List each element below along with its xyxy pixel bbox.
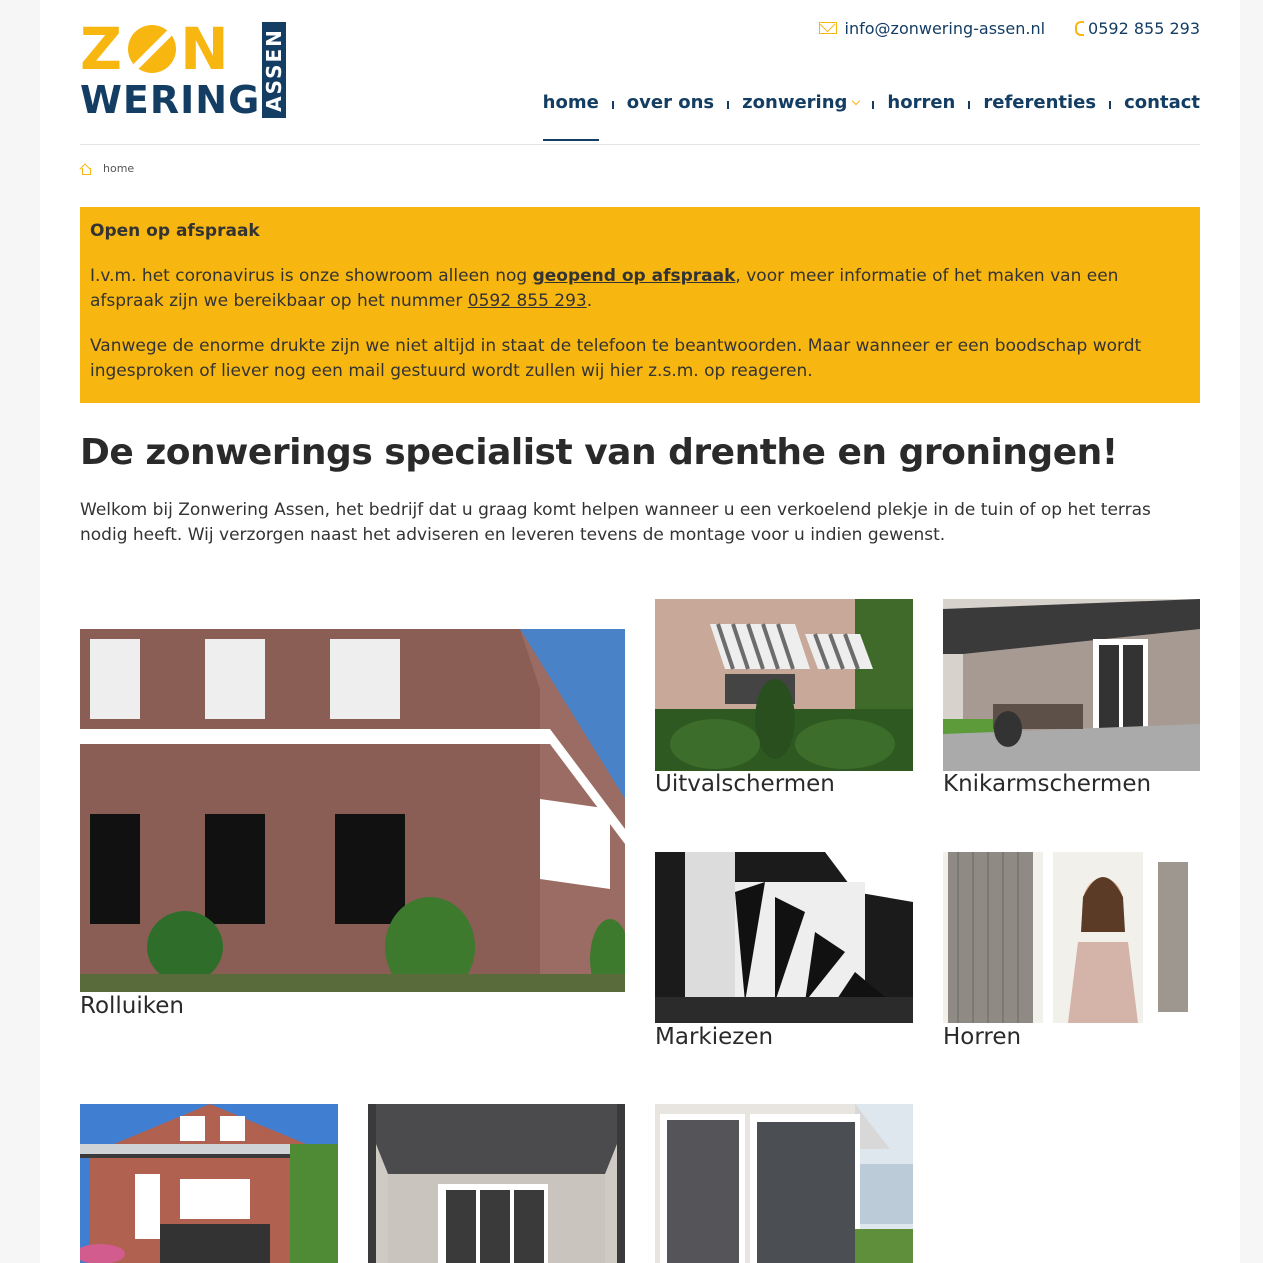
intro-text: Welkom bij Zonwering Assen, het bedrijf … [80, 500, 1151, 545]
nav-zonwering[interactable]: zonwering [742, 92, 861, 141]
email-link[interactable]: info@zonwering-assen.nl [818, 18, 1046, 38]
product-image-overkapping [80, 1104, 338, 1263]
nav-referenties[interactable]: referenties [983, 92, 1096, 141]
product-image-markiezen [655, 852, 913, 1023]
mail-icon [818, 22, 837, 34]
notice-box: Open op afspraak I.v.m. het coronavirus … [80, 207, 1200, 403]
nav-separator [872, 101, 875, 109]
nav-horren[interactable]: horren [887, 92, 955, 141]
notice-paragraph-1: I.v.m. het coronavirus is onze showroom … [90, 264, 1190, 314]
logo-zon: ZN [80, 15, 231, 83]
home-icon[interactable] [80, 163, 91, 175]
breadcrumb-home[interactable]: home [103, 162, 134, 175]
email-text: info@zonwering-assen.nl [844, 18, 1046, 38]
product-tile-rolluiken[interactable]: Rolluiken [80, 629, 625, 1029]
nav-zonwering-label: zonwering [742, 92, 848, 113]
product-image-screens [655, 1104, 913, 1263]
logo[interactable]: ZN WERING ASSEN [80, 18, 290, 120]
phone-icon [1075, 20, 1085, 36]
notice-phone-link[interactable]: 0592 855 293 [468, 291, 587, 311]
product-label-markiezen: Markiezen [655, 1024, 774, 1050]
logo-wering: WERING [80, 78, 261, 122]
product-image-uitvalschermen [655, 599, 913, 771]
nav-separator [611, 101, 614, 109]
chevron-down-icon [852, 96, 861, 106]
site-header: ZN WERING ASSEN info@zonwering-assen.nl … [80, 0, 1200, 145]
phone-text: 0592 855 293 [1088, 18, 1200, 38]
breadcrumb: home [80, 162, 134, 175]
page: ZN WERING ASSEN info@zonwering-assen.nl … [40, 0, 1240, 1263]
phone-link[interactable]: 0592 855 293 [1075, 19, 1200, 38]
nav-contact[interactable]: contact [1124, 92, 1200, 141]
nav-over-ons[interactable]: over ons [627, 92, 714, 141]
product-label-horren: Horren [943, 1024, 1022, 1050]
product-tile-knikarmschermen[interactable]: Knikarmschermen [943, 599, 1200, 804]
product-label-rolluiken: Rolluiken [80, 993, 184, 1019]
contact-bar: info@zonwering-assen.nl 0592 855 293 [818, 16, 1200, 40]
product-image-horren [943, 852, 1200, 1023]
notice-paragraph-2: Vanwege de enorme drukte zijn we niet al… [90, 336, 1142, 381]
nav-separator [727, 101, 730, 109]
product-image-terrasscherm [368, 1104, 625, 1263]
product-label-uitvalschermen: Uitvalschermen [655, 771, 835, 797]
main-nav: home over ons zonwering horren referenti… [542, 92, 1200, 145]
page-title: De zonwerings specialist van drenthe en … [80, 432, 1118, 473]
product-tile-markiezen[interactable]: Markiezen [655, 852, 913, 1057]
notice-title: Open op afspraak [90, 221, 260, 241]
product-image-rolluiken [80, 629, 625, 992]
notice-text: I.v.m. het coronavirus is onze showroom … [90, 266, 533, 286]
product-tile-terrasscherm[interactable] [368, 1104, 625, 1263]
product-tile-uitvalschermen[interactable]: Uitvalschermen [655, 599, 913, 804]
appointment-link[interactable]: geopend op afspraak [533, 266, 736, 286]
notice-text: . [586, 291, 593, 311]
nav-home[interactable]: home [542, 92, 599, 141]
product-tile-screens[interactable] [655, 1104, 913, 1263]
product-tile-horren[interactable]: Horren [943, 852, 1200, 1057]
product-tile-overkapping[interactable] [80, 1104, 338, 1263]
logo-assen: ASSEN [262, 22, 286, 118]
product-label-knikarmschermen: Knikarmschermen [943, 771, 1152, 797]
nav-separator [1109, 101, 1112, 109]
nav-separator [968, 101, 971, 109]
product-image-knikarmschermen [943, 599, 1200, 771]
